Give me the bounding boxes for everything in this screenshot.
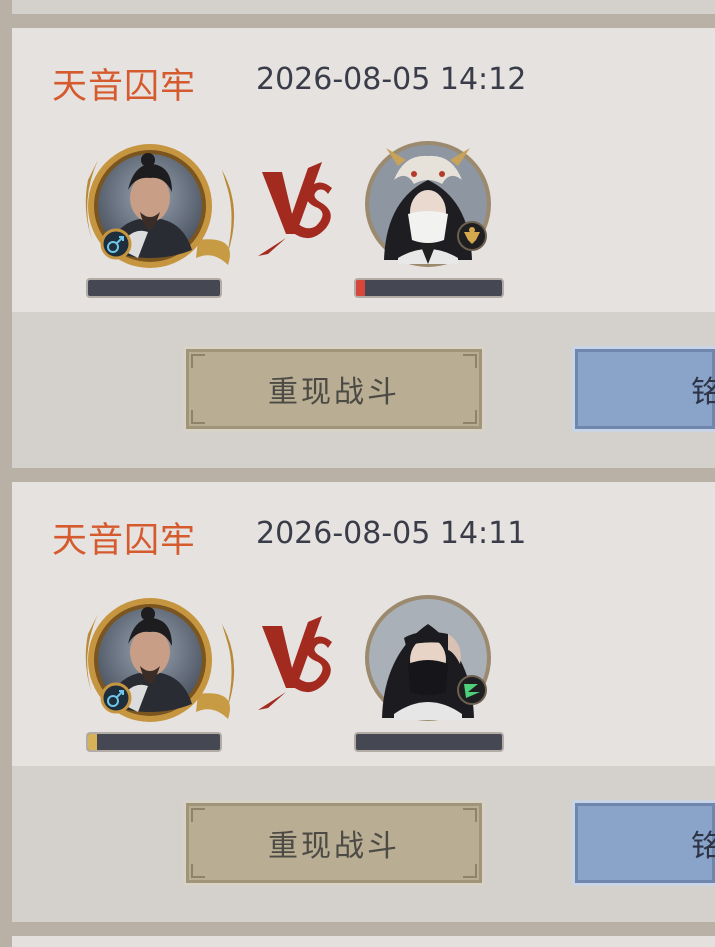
button-corner-ornament [463,808,477,822]
inscribe-button[interactable]: 铭 [572,346,715,432]
replay-battle-button[interactable]: 重现战斗 [183,800,485,886]
map-name: 天音囚牢 [52,67,197,107]
player-hp-bar [86,278,222,298]
opponent-hp-fill [356,280,365,296]
button-corner-ornament [463,410,477,424]
player-avatar[interactable] [78,594,242,730]
button-corner-ornament [191,808,205,822]
button-corner-ornament [463,354,477,368]
gold-emblem-icon [457,221,487,251]
button-corner-ornament [191,864,205,878]
button-corner-ornament [191,410,205,424]
previous-card-edge [12,0,715,14]
inscribe-label: 铭 [691,821,715,865]
player-avatar[interactable] [78,140,242,276]
button-corner-ornament [463,864,477,878]
vs-emblem [258,616,332,710]
green-emblem-icon [457,675,487,705]
inscribe-label: 铭 [691,367,715,411]
vs-emblem [258,162,332,256]
opponent-avatar[interactable] [364,140,494,276]
battle-time: 2026-08-05 14:12 [256,62,527,97]
inscribe-button[interactable]: 铭 [572,800,715,886]
map-name: 天音囚牢 [52,521,197,561]
replay-battle-label: 重现战斗 [268,829,400,864]
replay-battle-button[interactable]: 重现战斗 [183,346,485,432]
next-card-edge [12,936,715,947]
male-icon [100,228,132,260]
male-icon [100,682,132,714]
player-hp-fill [88,734,98,750]
button-corner-ornament [191,354,205,368]
replay-battle-label: 重现战斗 [268,375,400,410]
opponent-hp-bar [354,278,504,298]
player-hp-bar [86,732,222,752]
opponent-hp-bar [354,732,504,752]
opponent-avatar[interactable] [364,594,494,730]
battle-time: 2026-08-05 14:11 [256,516,527,551]
